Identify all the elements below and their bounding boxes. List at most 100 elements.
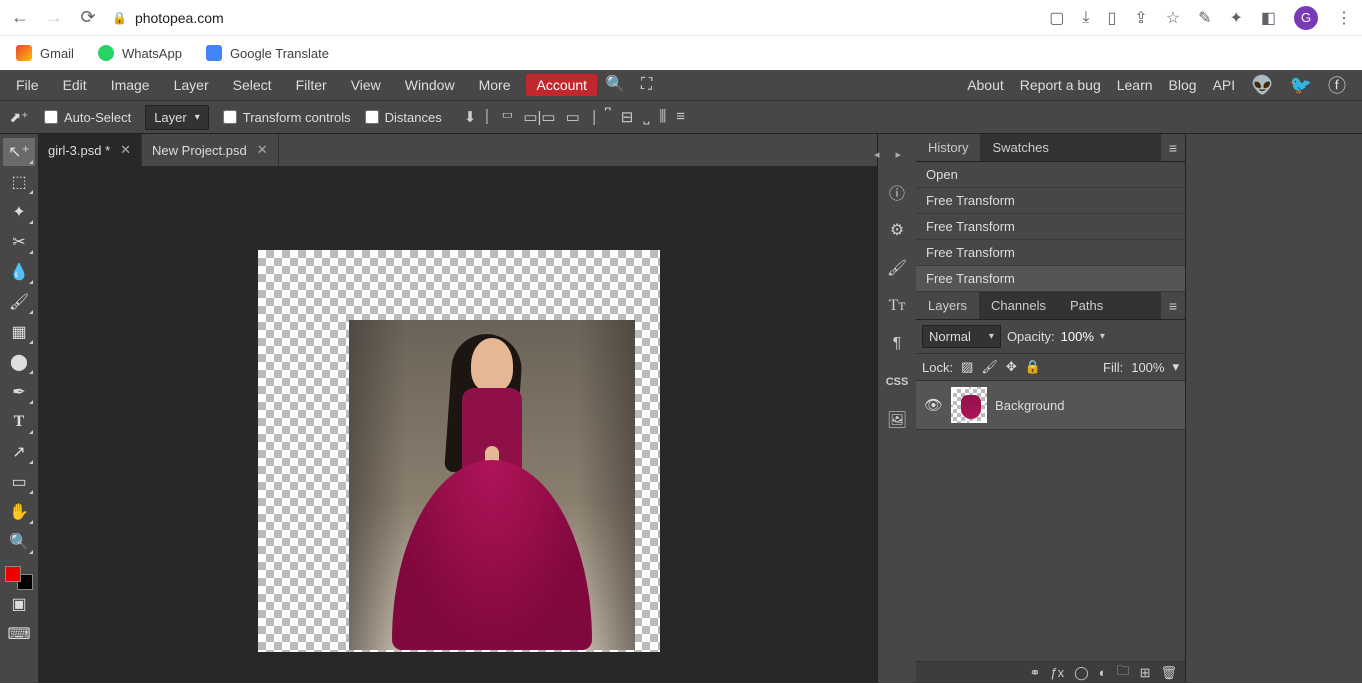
fill-value[interactable]: 100% — [1131, 360, 1164, 375]
paragraph-panel-icon[interactable]: ¶ — [878, 330, 916, 358]
menu-filter[interactable]: Filter — [284, 70, 339, 100]
layer-thumbnail[interactable] — [951, 387, 987, 423]
back-button[interactable]: ← — [10, 7, 30, 28]
quickmask-tool[interactable]: ▣ — [3, 590, 35, 618]
history-item[interactable]: Open — [916, 162, 1185, 188]
extensions-icon[interactable]: ✦ — [1229, 8, 1242, 28]
download-icon[interactable]: ⤓ — [1082, 9, 1089, 27]
image-panel-icon[interactable]: 🖼 — [878, 406, 916, 434]
pen-tool[interactable]: ✒ — [3, 378, 35, 406]
bookmark-whatsapp[interactable]: WhatsApp — [98, 45, 182, 61]
facebook-icon[interactable]: ⓕ — [1328, 72, 1346, 98]
auto-select-target-dropdown[interactable]: Layer ▾ — [145, 105, 209, 130]
menu-edit[interactable]: Edit — [51, 70, 99, 100]
tab-channels[interactable]: Channels — [979, 292, 1058, 319]
eyedrop-ext-icon[interactable]: ✎ — [1198, 8, 1211, 28]
distribute-v-icon[interactable]: ≡ — [676, 108, 685, 126]
doc-icon[interactable]: ▯ — [1108, 8, 1117, 28]
reload-button[interactable]: ⟳ — [78, 7, 98, 28]
menu-learn[interactable]: Learn — [1117, 77, 1153, 93]
new-layer-icon[interactable]: ⊞ — [1140, 665, 1151, 681]
panel-icon[interactable]: ◧ — [1261, 8, 1276, 28]
align-middle-icon[interactable]: ⊟ — [621, 108, 634, 126]
foreground-color[interactable] — [5, 566, 21, 582]
delete-layer-icon[interactable]: 🗑 — [1160, 665, 1177, 681]
bookmark-translate[interactable]: Google Translate — [206, 45, 329, 61]
distribute-h-icon[interactable]: ⫼ — [659, 108, 666, 126]
doc-tab-1[interactable]: girl-3.psd * ✕ — [38, 134, 142, 166]
image-layer[interactable] — [349, 320, 635, 650]
history-item[interactable]: Free Transform — [916, 266, 1185, 292]
history-item[interactable]: Free Transform — [916, 240, 1185, 266]
menu-account[interactable]: Account — [526, 74, 597, 96]
history-item[interactable]: Free Transform — [916, 188, 1185, 214]
zoom-tool[interactable]: 🔍 — [3, 528, 35, 556]
panel-menu-icon[interactable]: ≡ — [1161, 292, 1185, 319]
shape-tool[interactable]: ▭ — [3, 468, 35, 496]
lock-pixels-icon[interactable]: 🖌 — [981, 359, 998, 375]
character-panel-icon[interactable]: Tᴛ — [878, 292, 916, 320]
fill-slider-icon[interactable]: ▾ — [1172, 359, 1179, 375]
path-tool[interactable]: ↗ — [3, 438, 35, 466]
align-top-icon[interactable]: ⎴ — [605, 108, 611, 126]
eyedropper-tool[interactable]: 💧 — [3, 258, 35, 286]
align-left-icon[interactable]: ⎸▭ — [486, 108, 513, 126]
wand-tool[interactable]: ✦ — [3, 198, 35, 226]
auto-select-checkbox[interactable]: Auto-Select — [44, 110, 131, 125]
adjustment-layer-icon[interactable]: ◐ — [1099, 665, 1107, 680]
transform-controls-checkbox[interactable]: Transform controls — [223, 110, 351, 125]
address-bar[interactable]: 🔒 photopea.com — [112, 10, 224, 26]
menu-api[interactable]: API — [1213, 77, 1236, 93]
tab-layers[interactable]: Layers — [916, 292, 979, 319]
bookmark-gmail[interactable]: Gmail — [16, 45, 74, 61]
clipboard-icon[interactable]: ▢ — [1049, 8, 1064, 28]
fullscreen-icon[interactable]: ⛶ — [633, 70, 660, 100]
profile-avatar[interactable]: G — [1294, 6, 1318, 30]
adjust-panel-icon[interactable]: ⚙ — [878, 216, 916, 244]
close-tab-icon[interactable]: ✕ — [120, 142, 131, 158]
menu-report[interactable]: Report a bug — [1020, 77, 1101, 93]
opacity-value[interactable]: 100% — [1061, 329, 1094, 344]
tab-paths[interactable]: Paths — [1058, 292, 1115, 319]
kebab-menu-icon[interactable]: ⋮ — [1336, 8, 1352, 28]
menu-about[interactable]: About — [967, 77, 1004, 93]
hand-tool[interactable]: ✋ — [3, 498, 35, 526]
menu-view[interactable]: View — [339, 70, 393, 100]
move-tool[interactable]: ↖⁺ — [3, 138, 35, 166]
reddit-icon[interactable]: 👽 — [1251, 75, 1273, 96]
lock-transparent-icon[interactable]: ▨ — [961, 359, 973, 375]
color-swatch[interactable] — [5, 566, 33, 590]
doc-tab-2[interactable]: New Project.psd ✕ — [142, 134, 279, 166]
marquee-tool[interactable]: ⬚ — [3, 168, 35, 196]
quick-export-icon[interactable]: ⬇ — [464, 108, 477, 126]
keyboard-icon[interactable]: ⌨ — [3, 620, 35, 648]
menu-more[interactable]: More — [467, 70, 523, 100]
menu-layer[interactable]: Layer — [162, 70, 221, 100]
menu-file[interactable]: File — [4, 70, 51, 100]
search-icon[interactable]: 🔍 — [597, 70, 633, 100]
align-bottom-icon[interactable]: ⎵ — [643, 108, 649, 126]
history-item[interactable]: Free Transform — [916, 214, 1185, 240]
layer-name[interactable]: Background — [995, 398, 1064, 413]
brush-tool[interactable]: 🖌 — [3, 288, 35, 316]
info-panel-icon[interactable]: ⓘ — [878, 178, 916, 206]
new-folder-icon[interactable]: 🗀 — [1117, 662, 1130, 684]
layer-effects-icon[interactable]: ƒx — [1050, 665, 1064, 680]
align-right-icon[interactable]: ▭⎹ — [566, 108, 595, 126]
panel-expand-icon[interactable]: ◂▸ — [878, 140, 916, 168]
artboard[interactable] — [258, 250, 660, 652]
forward-button[interactable]: → — [44, 7, 64, 28]
type-tool[interactable]: T — [3, 408, 35, 436]
visibility-toggle-icon[interactable]: 👁 — [924, 396, 943, 414]
twitter-icon[interactable]: 🐦 — [1290, 75, 1312, 96]
canvas-area[interactable] — [38, 166, 877, 683]
lock-all-icon[interactable]: 🔒 — [1025, 359, 1041, 375]
lock-position-icon[interactable]: ✥ — [1006, 359, 1017, 375]
menu-select[interactable]: Select — [221, 70, 284, 100]
brush-panel-icon[interactable]: 🖌 — [878, 254, 916, 282]
opacity-slider-icon[interactable]: ▾ — [1100, 331, 1105, 342]
blur-tool[interactable]: ⬤ — [3, 348, 35, 376]
layer-row[interactable]: 👁 Background — [916, 381, 1185, 430]
menu-blog[interactable]: Blog — [1169, 77, 1197, 93]
css-panel-icon[interactable]: CSS — [878, 368, 916, 396]
